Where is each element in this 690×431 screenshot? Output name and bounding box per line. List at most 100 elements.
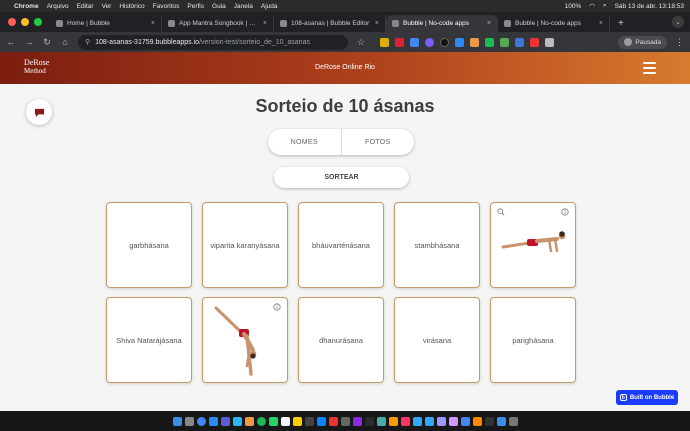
notes-icon[interactable]: [292, 416, 302, 426]
tab-fotos[interactable]: FOTOS: [342, 129, 415, 155]
app-icon[interactable]: [376, 416, 386, 426]
extension-icon[interactable]: [410, 37, 419, 47]
spotify-icon[interactable]: [256, 416, 266, 426]
asana-card[interactable]: dhanurásana: [298, 297, 384, 383]
terminal-icon[interactable]: [364, 416, 374, 426]
menu-item-ver[interactable]: Ver: [102, 3, 112, 10]
clock[interactable]: Sáb 13 de abr. 13:18:53: [615, 3, 684, 10]
extension-icon[interactable]: [530, 37, 539, 47]
site-info-icon[interactable]: ⚲: [85, 38, 90, 46]
app-icon[interactable]: [244, 416, 254, 426]
battery-label[interactable]: 100%: [565, 3, 582, 10]
close-tab-icon[interactable]: ×: [375, 20, 379, 27]
extension-icon[interactable]: [485, 37, 494, 47]
address-bar[interactable]: ⚲ 108-asanas-31759.bubbleapps.io/version…: [78, 34, 348, 50]
home-icon[interactable]: ⌂: [60, 37, 70, 47]
close-tab-icon[interactable]: ×: [151, 20, 155, 27]
asana-card[interactable]: parighásana: [490, 297, 576, 383]
profile-button[interactable]: Pausada: [618, 35, 667, 49]
minimize-window-button[interactable]: [21, 18, 29, 26]
extension-icon[interactable]: [515, 37, 524, 47]
app-icon[interactable]: [220, 416, 230, 426]
zoom-icon[interactable]: [497, 208, 505, 216]
app-icon[interactable]: [232, 416, 242, 426]
hamburger-menu-icon[interactable]: [643, 62, 656, 74]
asana-name: Shiva Natarájásana: [116, 335, 182, 345]
new-tab-button[interactable]: +: [610, 15, 632, 32]
app-icon[interactable]: [328, 416, 338, 426]
menu-item-ajuda[interactable]: Ajuda: [261, 3, 278, 10]
docs-icon[interactable]: [460, 416, 470, 426]
extensions-puzzle-icon[interactable]: [545, 37, 554, 47]
asana-photo-card[interactable]: [202, 297, 288, 383]
app-icon[interactable]: [316, 416, 326, 426]
indesign-icon[interactable]: [400, 416, 410, 426]
asana-card[interactable]: stambhásana: [394, 202, 480, 288]
extension-icon[interactable]: [500, 37, 509, 47]
tab-search-icon[interactable]: ⌄: [672, 16, 684, 28]
safari-icon[interactable]: [208, 416, 218, 426]
menu-app-name[interactable]: Chrome: [14, 3, 39, 10]
tab-nomes[interactable]: NOMES: [268, 129, 341, 155]
extension-icon[interactable]: [395, 37, 404, 47]
built-on-bubble-badge[interactable]: b Built on Bubble: [616, 390, 678, 405]
browser-tab-active[interactable]: Bubble | No-code apps ×: [386, 15, 498, 32]
menu-item-arquivo[interactable]: Arquivo: [47, 3, 69, 10]
chrome-icon[interactable]: [196, 416, 206, 426]
menu-item-janela[interactable]: Janela: [234, 3, 253, 10]
asana-photo-card[interactable]: [490, 202, 576, 288]
app-icon[interactable]: [304, 416, 314, 426]
extension-icon[interactable]: [455, 37, 464, 47]
back-icon[interactable]: ←: [6, 37, 16, 47]
app-icon[interactable]: [352, 416, 362, 426]
menu-item-guia[interactable]: Guia: [212, 3, 226, 10]
illustrator-icon[interactable]: [388, 416, 398, 426]
wifi-icon[interactable]: ◠: [589, 2, 595, 10]
info-icon[interactable]: [273, 303, 281, 311]
maximize-window-button[interactable]: [34, 18, 42, 26]
calendar-icon[interactable]: [280, 416, 290, 426]
forward-icon[interactable]: →: [24, 37, 34, 47]
menu-item-favoritos[interactable]: Favoritos: [153, 3, 180, 10]
trash-icon[interactable]: [508, 416, 518, 426]
menu-item-perfis[interactable]: Perfis: [187, 3, 204, 10]
whatsapp-icon[interactable]: [268, 416, 278, 426]
launchpad-icon[interactable]: [184, 416, 194, 426]
system-settings-icon[interactable]: [340, 416, 350, 426]
folder-icon[interactable]: [496, 416, 506, 426]
app-icon[interactable]: [484, 416, 494, 426]
chrome-menu-icon[interactable]: ⋮: [675, 37, 684, 48]
extension-icon[interactable]: [440, 37, 449, 47]
close-tab-icon[interactable]: ×: [599, 20, 603, 27]
asana-card[interactable]: viparita karanyásana: [202, 202, 288, 288]
vlc-icon[interactable]: [472, 416, 482, 426]
close-tab-icon[interactable]: ×: [263, 20, 267, 27]
menu-item-editar[interactable]: Editar: [77, 3, 94, 10]
asana-name: bháuvarténásana: [312, 240, 370, 250]
photoshop-icon[interactable]: [424, 416, 434, 426]
lightroom-icon[interactable]: [412, 416, 422, 426]
browser-tab[interactable]: Home | Bubble ×: [50, 15, 162, 32]
close-window-button[interactable]: [8, 18, 16, 26]
close-tab-icon[interactable]: ×: [487, 20, 491, 27]
finder-icon[interactable]: [172, 416, 182, 426]
extension-icon[interactable]: [425, 37, 434, 47]
browser-tab[interactable]: App Mantra Songbook | Bubble ×: [162, 15, 274, 32]
asana-card[interactable]: Shiva Natarájásana: [106, 297, 192, 383]
asana-card[interactable]: virásana: [394, 297, 480, 383]
info-icon[interactable]: [561, 208, 569, 216]
extension-icon[interactable]: [380, 37, 389, 47]
asana-card[interactable]: bháuvarténásana: [298, 202, 384, 288]
browser-tab[interactable]: 108-asanas | Bubble Editor ×: [274, 15, 386, 32]
bookmark-star-icon[interactable]: ☆: [356, 37, 366, 48]
reload-icon[interactable]: ↻: [42, 37, 52, 48]
extension-icon[interactable]: [470, 37, 479, 47]
browser-tab[interactable]: Bubble | No-code apps ×: [498, 15, 610, 32]
search-icon[interactable]: ⌕: [603, 2, 607, 10]
after-effects-icon[interactable]: [448, 416, 458, 426]
asana-card[interactable]: garbhásana: [106, 202, 192, 288]
premiere-icon[interactable]: [436, 416, 446, 426]
macos-menu-bar: Chrome Arquivo Editar Ver Histórico Favo…: [0, 0, 690, 12]
draw-button[interactable]: SORTEAR: [274, 167, 409, 188]
menu-item-historico[interactable]: Histórico: [119, 3, 144, 10]
